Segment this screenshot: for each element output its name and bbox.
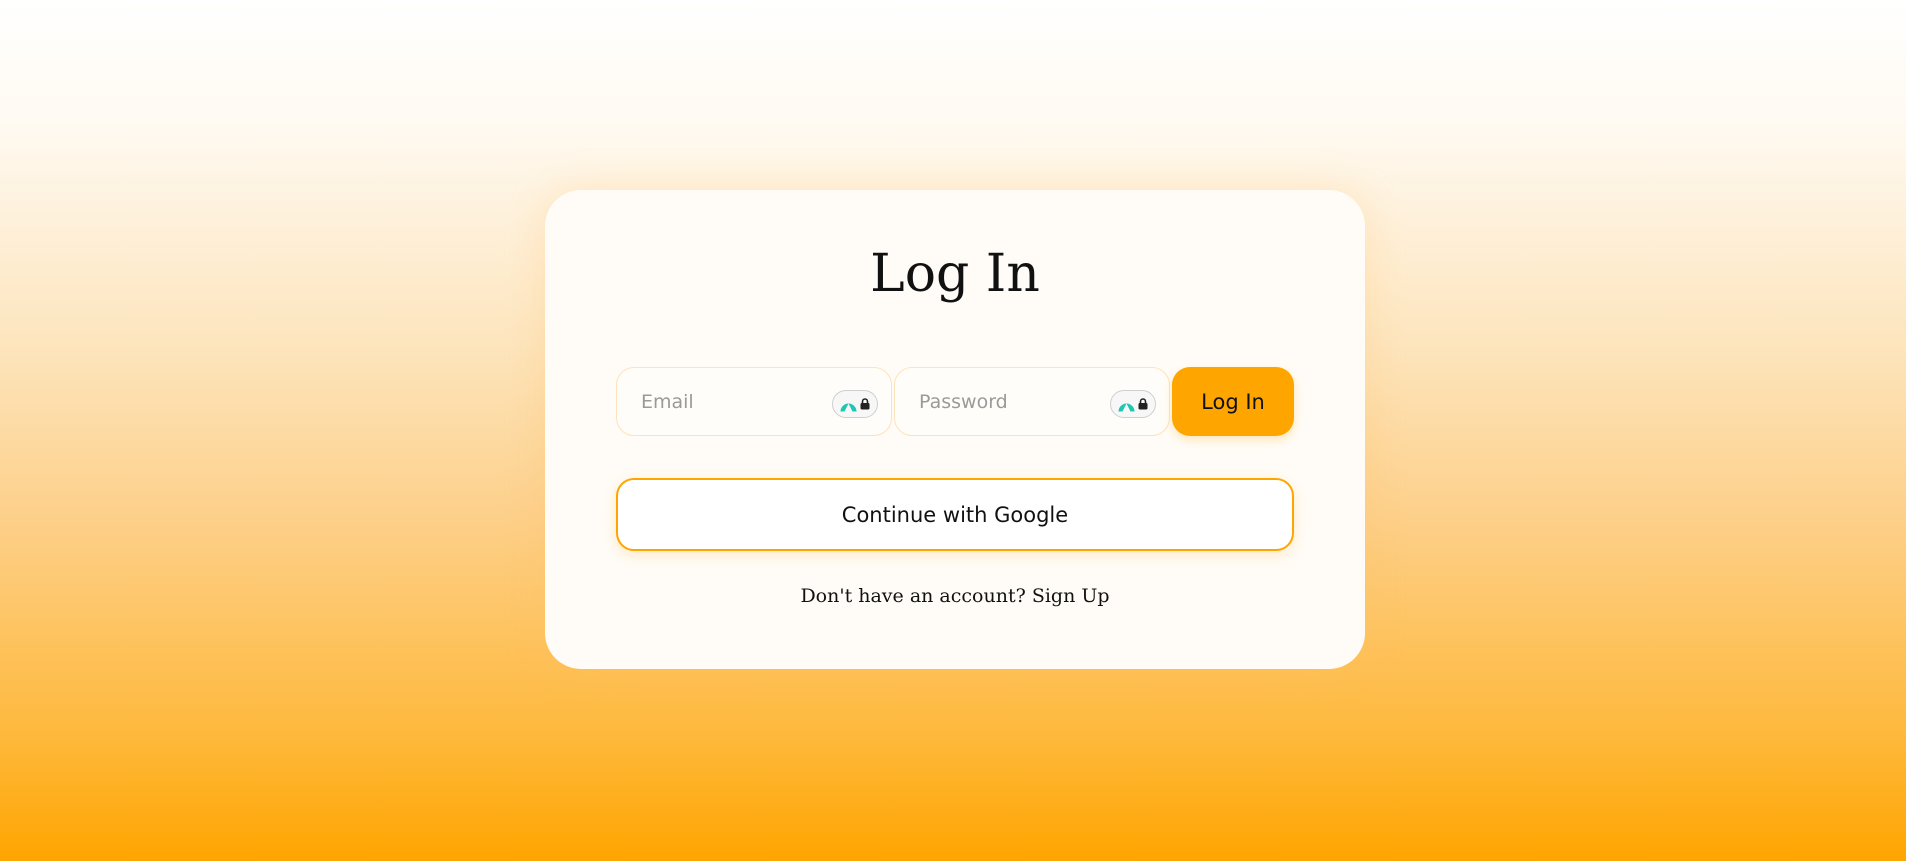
signup-prompt-text: Don't have an account? <box>800 585 1026 607</box>
password-field[interactable] <box>894 367 1170 436</box>
email-field[interactable] <box>616 367 892 436</box>
lock-icon <box>1138 398 1148 410</box>
lock-icon <box>860 398 870 410</box>
password-input[interactable] <box>919 368 1079 435</box>
email-input[interactable] <box>641 368 801 435</box>
password-manager-icon[interactable] <box>832 390 878 418</box>
signup-prompt: Don't have an account? Sign Up <box>545 585 1365 607</box>
sign-up-link[interactable]: Sign Up <box>1032 585 1110 607</box>
password-manager-icon[interactable] <box>1110 390 1156 418</box>
page-title: Log In <box>870 244 1040 304</box>
login-card: Log In Log In Continue with Google <box>545 190 1365 669</box>
log-in-button[interactable]: Log In <box>1172 367 1294 436</box>
mountain-icon <box>840 403 857 411</box>
continue-with-google-button[interactable]: Continue with Google <box>616 478 1294 551</box>
mountain-icon <box>1118 403 1135 411</box>
